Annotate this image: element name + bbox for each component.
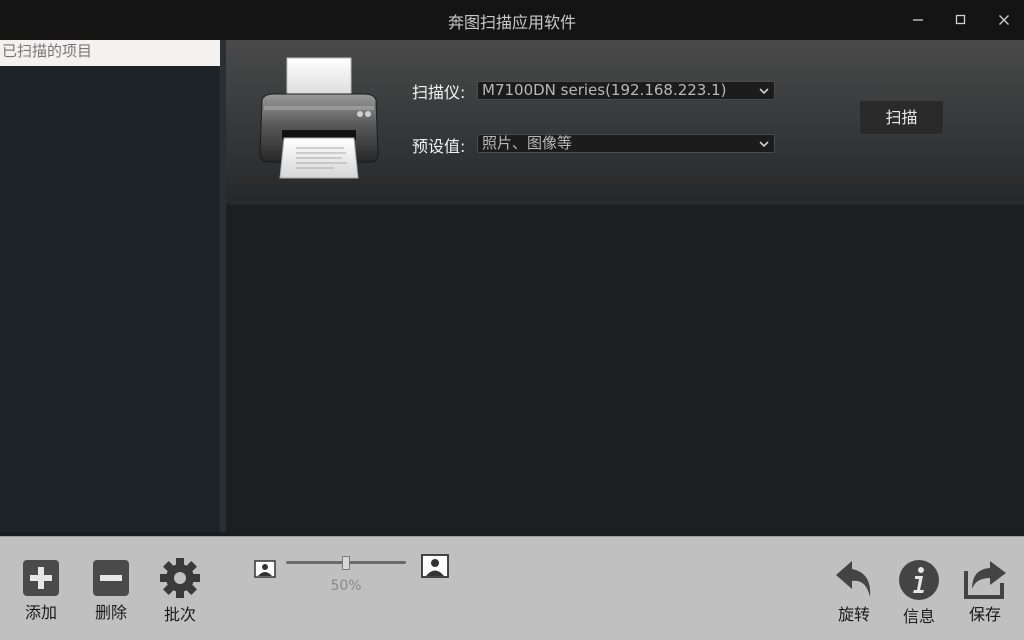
minus-icon bbox=[93, 560, 129, 596]
close-button[interactable] bbox=[992, 8, 1016, 32]
window-title: 奔图扫描应用软件 bbox=[447, 13, 576, 32]
chevron-down-icon bbox=[759, 141, 769, 148]
maximize-icon bbox=[955, 14, 966, 25]
info-label: 信息 bbox=[902, 607, 935, 626]
scanner-label: 扫描仪: bbox=[412, 83, 466, 102]
delete-label: 删除 bbox=[94, 603, 127, 622]
small-thumbnail-icon[interactable] bbox=[254, 560, 276, 578]
info-icon bbox=[899, 560, 939, 600]
save-button[interactable]: 保存 bbox=[955, 559, 1015, 625]
zoom-slider-handle[interactable] bbox=[342, 556, 350, 570]
save-label: 保存 bbox=[968, 605, 1001, 624]
large-thumbnail-icon[interactable] bbox=[421, 554, 449, 578]
printer-icon bbox=[259, 57, 379, 179]
batch-button[interactable]: 批次 bbox=[150, 557, 210, 625]
add-button[interactable]: 添加 bbox=[11, 559, 71, 623]
preset-label: 预设值: bbox=[412, 137, 466, 156]
gear-icon bbox=[160, 558, 200, 598]
minimize-button[interactable] bbox=[906, 8, 930, 32]
chevron-down-icon bbox=[759, 88, 769, 95]
zoom-level-label: 50% bbox=[330, 578, 362, 594]
preview-area bbox=[226, 205, 1024, 532]
scanner-dropdown-value: M7100DN series(192.168.223.1) bbox=[482, 81, 727, 99]
scan-button[interactable]: 扫描 bbox=[859, 100, 944, 135]
minimize-icon bbox=[913, 19, 923, 21]
info-button[interactable]: 信息 bbox=[889, 559, 949, 627]
close-icon bbox=[999, 15, 1009, 25]
bottom-toolbar: 添加 删除 批次 50% 旋转 信息 保存 bbox=[0, 536, 1024, 640]
maximize-button[interactable] bbox=[949, 8, 973, 32]
scanner-dropdown[interactable]: M7100DN series(192.168.223.1) bbox=[477, 81, 775, 100]
preset-dropdown[interactable]: 照片、图像等 bbox=[477, 134, 775, 153]
title-bar: 奔图扫描应用软件 bbox=[0, 0, 1024, 40]
scanned-items-panel: 已扫描的项目 bbox=[0, 40, 221, 532]
scanned-items-list[interactable] bbox=[0, 66, 220, 532]
add-label: 添加 bbox=[24, 603, 57, 622]
scan-settings-panel: 扫描仪: M7100DN series(192.168.223.1) 预设值: … bbox=[226, 40, 1024, 205]
scanned-items-header: 已扫描的项目 bbox=[0, 40, 220, 66]
plus-icon bbox=[23, 560, 59, 596]
main-area: 扫描仪: M7100DN series(192.168.223.1) 预设值: … bbox=[226, 40, 1024, 532]
preset-dropdown-value: 照片、图像等 bbox=[482, 134, 573, 152]
rotate-button[interactable]: 旋转 bbox=[824, 559, 884, 625]
rotate-label: 旋转 bbox=[837, 605, 870, 624]
batch-label: 批次 bbox=[163, 605, 196, 624]
share-export-icon bbox=[964, 561, 1006, 599]
rotate-icon bbox=[836, 561, 871, 597]
delete-button[interactable]: 删除 bbox=[81, 559, 141, 623]
